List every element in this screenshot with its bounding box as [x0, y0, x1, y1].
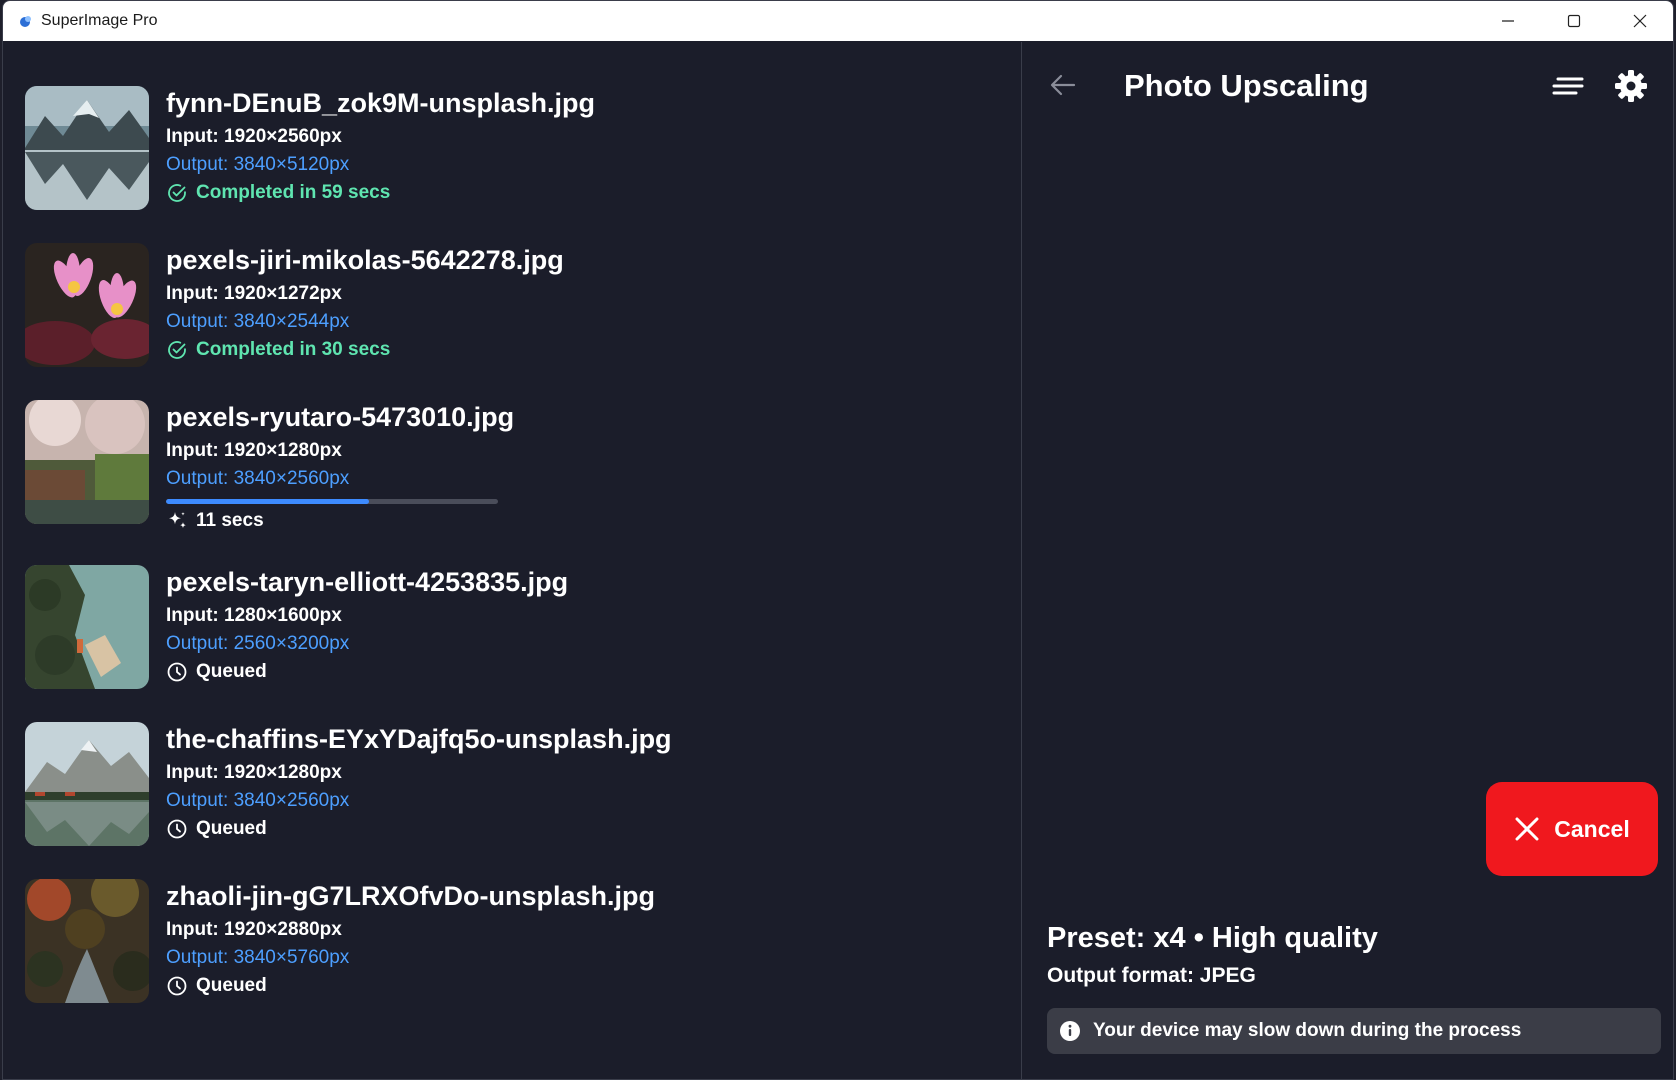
thumbnail-image [25, 400, 149, 524]
status-completed: Completed in 59 secs [166, 182, 390, 204]
cancel-label: Cancel [1554, 815, 1630, 842]
status-text: Queued [196, 975, 267, 996]
app-window: SuperImage Pro fynn-DEnuB_zok9M-unsplash… [2, 0, 1674, 1080]
list-item[interactable]: the-chaffins-EYxYDajfq5o-unsplash.jpg In… [25, 722, 1005, 852]
list-icon [1552, 77, 1584, 95]
list-item[interactable]: fynn-DEnuB_zok9M-unsplash.jpg Input: 192… [25, 86, 1005, 216]
thumbnail-image [25, 879, 149, 1003]
output-resolution: Output: 2560×3200px [166, 633, 350, 654]
input-resolution: Input: 1920×1280px [166, 440, 342, 461]
list-item[interactable]: pexels-taryn-elliott-4253835.jpg Input: … [25, 565, 1005, 695]
file-name: pexels-ryutaro-5473010.jpg [166, 402, 515, 432]
thumbnail-image [25, 243, 149, 367]
upscaling-panel: Photo Upscaling Cancel Preset: x4 • High… [1022, 42, 1673, 1079]
cancel-button[interactable]: Cancel [1486, 782, 1658, 876]
output-resolution: Output: 3840×2544px [166, 311, 350, 332]
status-text: Completed in 30 secs [196, 339, 391, 360]
page-title: Photo Upscaling [1124, 68, 1369, 103]
input-resolution: Input: 1920×2560px [166, 126, 342, 147]
thumbnail-image [25, 722, 149, 846]
output-resolution: Output: 3840×5120px [166, 154, 350, 175]
thumbnail-image [25, 86, 149, 210]
clock-icon [167, 976, 187, 996]
progress-fill [166, 499, 369, 504]
settings-button[interactable] [1613, 68, 1649, 104]
output-resolution: Output: 3840×5760px [166, 947, 350, 968]
list-item[interactable]: zhaoli-jin-gG7LRXOfvDo-unsplash.jpg Inpu… [25, 879, 1005, 1009]
close-icon [1633, 14, 1647, 28]
app-title: SuperImage Pro [41, 12, 158, 29]
sparkle-icon [169, 512, 186, 529]
maximize-button[interactable] [1541, 1, 1607, 41]
upscale-progress-bar [166, 499, 498, 504]
title-bar[interactable]: SuperImage Pro [3, 1, 1673, 41]
file-name: fynn-DEnuB_zok9M-unsplash.jpg [166, 88, 596, 118]
output-resolution: Output: 3840×2560px [166, 790, 350, 811]
minimize-icon [1502, 20, 1514, 22]
output-format-label: Output format: JPEG [1047, 964, 1256, 987]
input-resolution: Input: 1920×1272px [166, 283, 342, 304]
output-resolution: Output: 3840×2560px [166, 468, 350, 489]
gear-icon [1615, 70, 1647, 102]
file-name: the-chaffins-EYxYDajfq5o-unsplash.jpg [166, 724, 672, 754]
status-completed: Completed in 30 secs [166, 339, 390, 361]
clock-icon [167, 819, 187, 839]
file-name: pexels-taryn-elliott-4253835.jpg [166, 567, 569, 597]
performance-notice: Your device may slow down during the pro… [1047, 1008, 1661, 1054]
preset-label: Preset: x4 • High quality [1047, 922, 1378, 954]
panel-header: Photo Upscaling [1046, 66, 1653, 106]
file-name: zhaoli-jin-gG7LRXOfvDo-unsplash.jpg [166, 881, 655, 911]
status-queued: Queued [166, 818, 267, 840]
arrow-left-icon [1050, 74, 1076, 96]
check-circle-icon [168, 341, 186, 359]
notice-text: Your device may slow down during the pro… [1093, 1020, 1522, 1041]
info-icon [1060, 1021, 1080, 1041]
close-icon [1515, 817, 1539, 841]
status-text: Queued [196, 818, 267, 839]
maximize-icon [1567, 14, 1581, 28]
list-item[interactable]: pexels-jiri-mikolas-5642278.jpg Input: 1… [25, 243, 1005, 373]
input-resolution: Input: 1280×1600px [166, 605, 342, 626]
list-item[interactable]: pexels-ryutaro-5473010.jpg Input: 1920×1… [25, 400, 1005, 532]
status-processing: 11 secs [166, 510, 264, 532]
status-queued: Queued [166, 661, 267, 683]
clock-icon [167, 662, 187, 682]
close-window-button[interactable] [1607, 1, 1673, 41]
status-text: Queued [196, 661, 267, 682]
minimize-button[interactable] [1475, 1, 1541, 41]
check-circle-icon [168, 184, 186, 202]
window-controls [1475, 1, 1673, 41]
status-queued: Queued [166, 975, 267, 997]
input-resolution: Input: 1920×1280px [166, 762, 342, 783]
back-button[interactable] [1046, 68, 1080, 102]
queue-menu-button[interactable] [1551, 70, 1585, 104]
file-name: pexels-jiri-mikolas-5642278.jpg [166, 245, 564, 275]
image-queue-list[interactable]: fynn-DEnuB_zok9M-unsplash.jpg Input: 192… [3, 42, 1021, 1079]
elapsed-time: 11 secs [196, 510, 264, 531]
status-text: Completed in 59 secs [196, 182, 391, 203]
app-logo-icon [20, 16, 31, 27]
input-resolution: Input: 1920×2880px [166, 919, 342, 940]
thumbnail-image [25, 565, 149, 689]
